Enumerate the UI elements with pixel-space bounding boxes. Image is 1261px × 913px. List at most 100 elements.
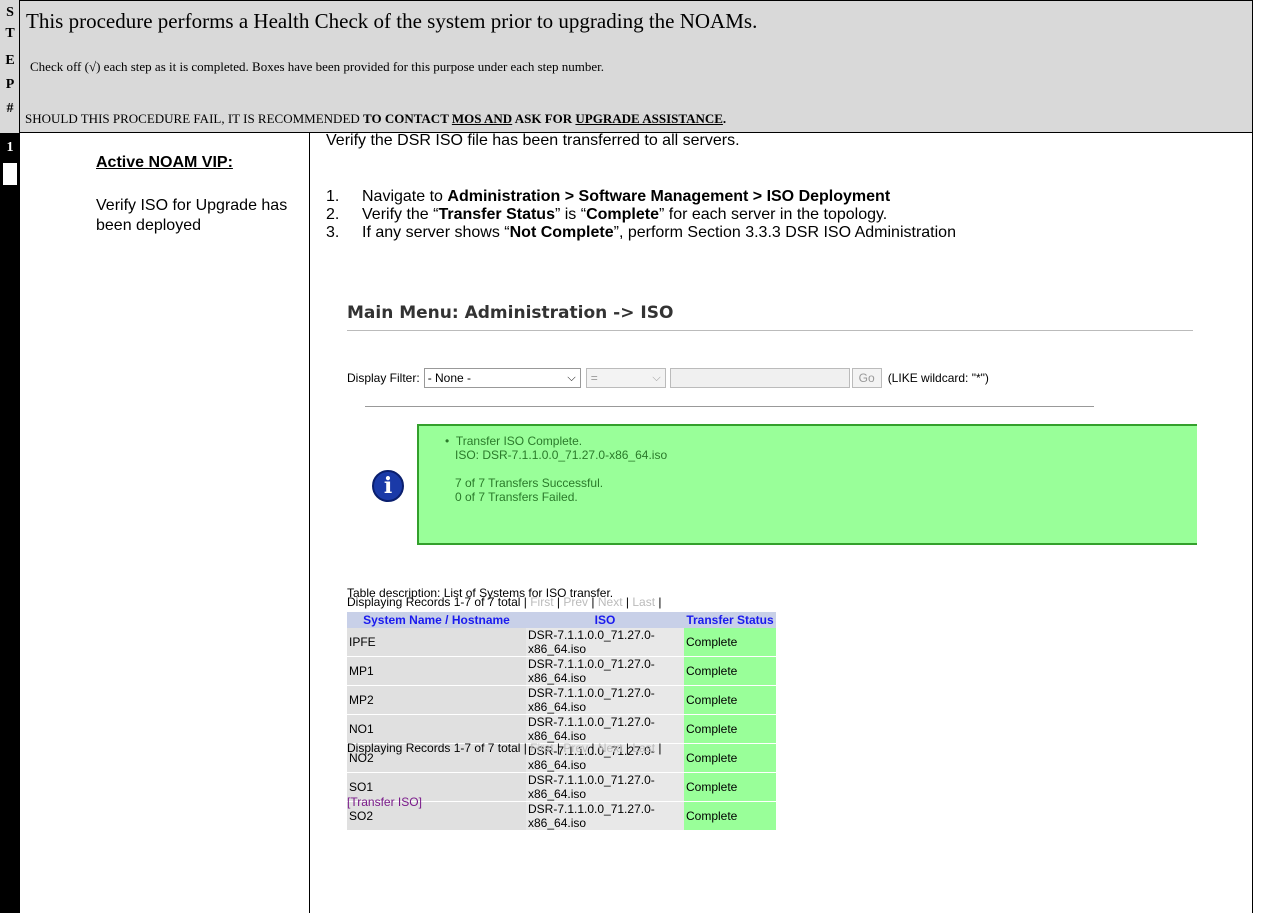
status-cell: Complete [684,743,776,773]
hostname-cell: MP1 [347,656,526,686]
item-text: If any server shows “ [362,224,510,241]
info-message-box: • Transfer ISO Complete. ISO: DSR-7.1.1.… [417,424,1197,545]
divider [347,330,1193,331]
pagination-bottom: Displaying Records 1-7 of 7 total | Firs… [347,741,662,755]
column-header[interactable]: ISO [526,612,684,628]
prev-link[interactable]: Prev [563,595,588,609]
item-text: Navigate to [362,188,448,205]
pagination-top: Displaying Records 1-7 of 7 total | Firs… [347,595,662,609]
divider [365,406,1094,407]
procedure-title: This procedure performs a Health Check o… [26,9,758,33]
item-number: 3. [326,224,340,241]
separator: | [658,595,662,609]
procedure-instructions: Check off (√) each step as it is complet… [30,59,605,74]
step-column: S T E P # [0,0,20,913]
status-cell: Complete [684,685,776,715]
item-text: ” is “ [554,206,587,223]
filter-label: Display Filter: [347,371,420,385]
status-cell: Complete [684,656,776,686]
separator: | [556,741,561,755]
separator: | [556,595,561,609]
step-header: S T E P # [0,0,20,133]
display-filter: Display Filter: - None - ⌵ = ⌵ Go (LIKE wi… [347,368,989,388]
prev-link[interactable]: Prev [563,741,588,755]
item-bold: Administration > Software Management > I… [447,188,891,205]
table-row[interactable]: IPFE DSR-7.1.1.0.0_71.27.0-x86_64.iso Comp… [347,628,776,657]
step-letter: # [6,101,14,116]
first-link[interactable]: First [530,595,553,609]
table-header-row: System Name / Hostname ISO Transfer Stat… [347,612,776,628]
step-checkbox[interactable] [3,163,17,185]
info-line: 0 of 7 Transfers Failed. [455,490,578,504]
status-cell: Complete [684,628,776,657]
table-row[interactable]: MP1 DSR-7.1.1.0.0_71.27.0-x86_64.iso Compl… [347,656,776,686]
iso-cell: DSR-7.1.1.0.0_71.27.0-x86_64.iso [526,685,684,715]
filter-field-select[interactable]: - None - ⌵ [423,368,581,388]
fail-bold: TO CONTACT [363,111,452,126]
fail-bold: ASK FOR [512,111,576,126]
filter-operator-select[interactable]: = ⌵ [585,368,666,388]
fail-prefix: SHOULD THIS PROCEDURE FAIL, IT IS RECOMM… [25,111,364,126]
first-link[interactable]: First [530,741,553,755]
step-letter: E [5,53,15,68]
last-link[interactable]: Last [632,595,655,609]
info-icon: i [372,470,404,502]
item-bold: Complete [586,206,659,223]
column-header[interactable]: Transfer Status [684,612,776,628]
chevron-down-icon: ⌵ [652,372,661,384]
go-button[interactable]: Go [851,368,882,388]
filter-operator-value: = [590,371,598,385]
last-link[interactable]: Last [632,741,655,755]
fail-end: . [722,111,727,126]
item-number: 1. [326,188,340,205]
step-role-title: Active NOAM VIP: [96,154,233,171]
step-description: Verify ISO for Upgrade has been deployed [96,197,288,234]
step-number: 1 [6,140,14,155]
info-line: • Transfer ISO Complete. [445,434,583,448]
records-count: Displaying Records 1-7 of 7 total | [347,595,527,609]
iso-cell: DSR-7.1.1.0.0_71.27.0-x86_64.iso [526,628,684,657]
table-row[interactable]: MP2 DSR-7.1.1.0.0_71.27.0-x86_64.iso Compl… [347,685,776,715]
step-letter: S [6,5,14,20]
filter-value-input[interactable] [669,368,850,388]
list-item: 2. Verify the “Transfer Status” is “Compl… [326,206,956,224]
list-item: 3. If any server shows “Not Complete”, pe… [326,224,956,242]
chevron-down-icon: ⌵ [567,372,576,384]
wildcard-hint: (LIKE wildcard: "*") [887,371,989,385]
hostname-cell: IPFE [347,628,526,657]
step-list: 1. Navigate to Administration > Software … [326,188,956,242]
item-text: ” for each server in the topology. [658,206,888,223]
info-line: ISO: DSR-7.1.1.0.0_71.27.0-x86_64.iso [455,448,668,462]
iso-cell: DSR-7.1.1.0.0_71.27.0-x86_64.iso [526,772,684,802]
filter-field-value: - None - [427,371,472,385]
iso-cell: DSR-7.1.1.0.0_71.27.0-x86_64.iso [526,714,684,744]
transfer-iso-link[interactable]: [Transfer ISO] [347,795,422,809]
iso-cell: DSR-7.1.1.0.0_71.27.0-x86_64.iso [526,801,684,831]
separator: | [625,741,630,755]
item-text: Verify the “ [362,206,439,223]
status-cell: Complete [684,801,776,831]
step-letter: T [5,26,15,41]
hostname-cell: NO1 [347,714,526,744]
separator: | [591,741,595,755]
fail-underline: MOS AND [451,111,513,126]
status-cell: Complete [684,714,776,744]
separator: | [658,741,662,755]
column-divider [309,133,310,913]
main-menu-title: Main Menu: Administration -> ISO [347,303,674,323]
hostname-cell: MP2 [347,685,526,715]
item-bold: Not Complete [509,224,614,241]
info-line: 7 of 7 Transfers Successful. [455,476,604,490]
records-count: Displaying Records 1-7 of 7 total | [347,741,527,755]
info-text: Transfer ISO Complete. [455,434,583,448]
failure-notice: SHOULD THIS PROCEDURE FAIL, IT IS RECOMM… [25,111,726,127]
column-header[interactable]: System Name / Hostname [347,612,526,628]
item-text: ”, perform Section 3.3.3 DSR ISO Adminis… [613,224,956,241]
procedure-header: This procedure performs a Health Check o… [20,0,1253,133]
next-link[interactable]: Next [598,595,623,609]
item-bold: Transfer Status [438,206,555,223]
item-number: 2. [326,206,340,223]
table-row[interactable]: NO1 DSR-7.1.1.0.0_71.27.0-x86_64.iso Compl… [347,714,776,744]
status-cell: Complete [684,772,776,802]
next-link[interactable]: Next [598,741,623,755]
